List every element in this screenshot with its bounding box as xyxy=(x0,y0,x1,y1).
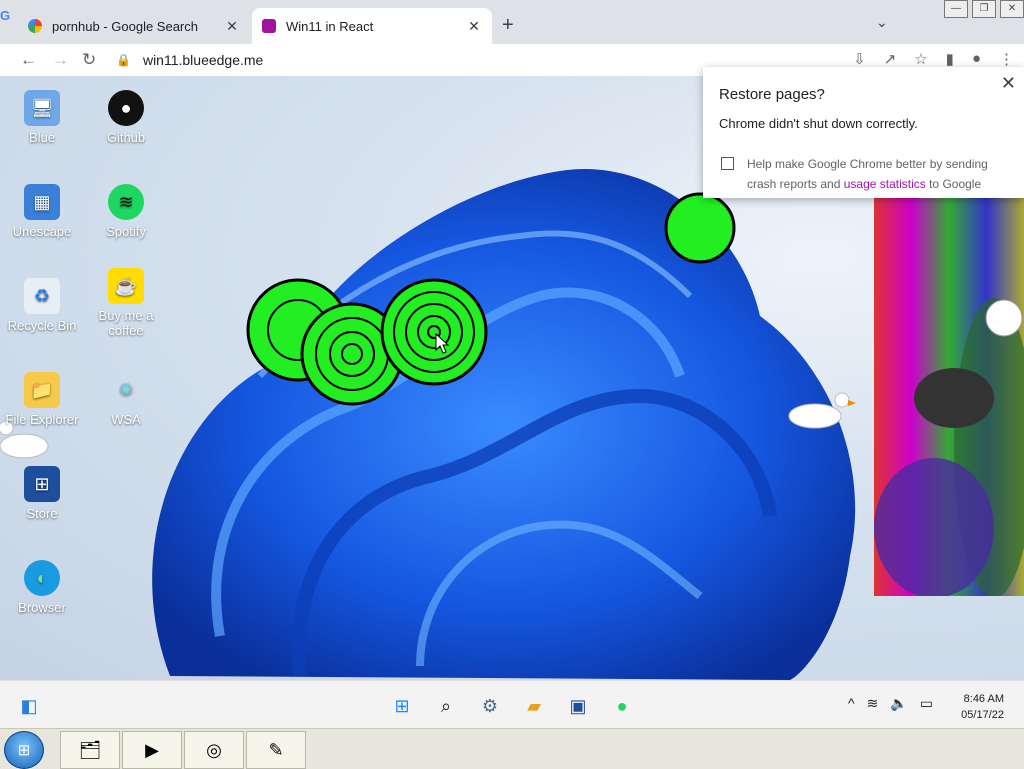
store-icon: ⊞ xyxy=(24,466,60,502)
coffee-icon: ☕ xyxy=(108,268,144,304)
icon-label: File Explorer xyxy=(5,412,79,427)
search-icon[interactable]: ⌕ xyxy=(433,693,459,719)
install-icon[interactable]: ⇩ xyxy=(853,50,866,68)
spotify-icon[interactable]: ● xyxy=(609,693,635,719)
widgets-icon[interactable]: ◧ xyxy=(16,693,42,719)
dialog-title: Restore pages? xyxy=(719,86,825,103)
help-text: to Google xyxy=(925,177,982,191)
tab-label: Win11 in React xyxy=(286,18,374,34)
menu-icon[interactable]: ⋮ xyxy=(999,50,1014,68)
icon-label: Unescape xyxy=(12,224,72,239)
star-icon[interactable]: ☆ xyxy=(914,50,927,68)
desktop-icon-spotify[interactable]: ≋ Spotify xyxy=(84,184,168,239)
browser-tab-strip: G pornhub - Google Search ✕ Win11 in Rea… xyxy=(0,0,1024,44)
goose-illustration xyxy=(874,298,1024,598)
toolbar-actions: ⇩ ↗ ☆ ▮ ● ⋮ xyxy=(853,50,1014,68)
google-icon xyxy=(28,19,42,33)
user-pc-icon: 🖥 xyxy=(24,90,60,126)
gear-icon[interactable]: ⚙ xyxy=(477,693,503,719)
restore-pages-dialog: Restore pages? ✕ Chrome didn't shut down… xyxy=(703,67,1024,198)
profile-icon[interactable]: ● xyxy=(972,50,981,68)
close-icon[interactable]: ✕ xyxy=(1001,73,1016,94)
windows-start-orb-icon[interactable]: ⊞ xyxy=(4,731,44,769)
url-text: win11.blueedge.me xyxy=(142,52,264,68)
chrome-taskbar-icon[interactable]: ◎ xyxy=(184,731,244,769)
crash-report-checkbox[interactable] xyxy=(721,157,734,170)
close-tab-icon[interactable]: ✕ xyxy=(224,18,240,35)
icon-label: Recycle Bin xyxy=(7,318,77,333)
maximize-icon[interactable]: ❐ xyxy=(972,0,996,18)
start-icon[interactable]: ⊞ xyxy=(389,693,415,719)
tab-google-search[interactable]: pornhub - Google Search ✕ xyxy=(18,8,250,44)
unescape-icon: ▦ xyxy=(24,184,60,220)
tab-win11-react[interactable]: Win11 in React ✕ xyxy=(252,8,492,44)
chevron-up-icon[interactable]: ^ xyxy=(848,695,855,712)
reload-icon[interactable]: ↻ xyxy=(82,50,96,70)
folder-icon: 📁 xyxy=(24,372,60,408)
window-controls: — ❐ ✕ xyxy=(906,0,1024,20)
goose-image-window xyxy=(874,198,1024,598)
back-icon[interactable]: ← xyxy=(20,50,37,70)
goose-app-taskbar-icon[interactable]: ✎ xyxy=(246,731,306,769)
recycle-bin-icon: ♻ xyxy=(24,278,60,314)
system-clock[interactable]: 8:46 AM 05/17/22 xyxy=(961,691,1004,723)
desktop-icon-browser[interactable]: ◐ Browser xyxy=(0,560,84,615)
new-tab-icon[interactable]: + xyxy=(502,14,514,37)
clock-date: 05/17/22 xyxy=(961,709,1004,721)
win11-react-icon xyxy=(262,19,276,33)
usage-statistics-link[interactable]: usage statistics xyxy=(844,177,926,191)
volume-icon[interactable]: 🔈 xyxy=(890,695,907,712)
icon-label: Buy me a coffee xyxy=(98,308,154,338)
icon-label: Store xyxy=(26,506,58,521)
dialog-message: Chrome didn't shut down correctly. xyxy=(719,116,918,131)
chevron-down-icon[interactable]: ⌄ xyxy=(876,14,888,31)
icon-label: WSA xyxy=(111,412,141,427)
clock-time: 8:46 AM xyxy=(963,693,1004,705)
desktop-icon-store[interactable]: ⊞ Store xyxy=(0,466,84,521)
icon-label: Github xyxy=(106,130,146,145)
close-icon[interactable]: ✕ xyxy=(1000,0,1024,18)
store-icon[interactable]: ▣ xyxy=(565,693,591,719)
desktop-icon-wsa[interactable]: ✺ WSA xyxy=(84,372,168,428)
wifi-icon[interactable]: ≋ xyxy=(867,695,879,712)
desktop-icon-github[interactable]: ● Github xyxy=(84,90,168,145)
host-taskbar: ⊞ 🗂 ▶ ◎ ✎ xyxy=(0,728,1024,769)
desktop-icon-blue[interactable]: 🖥 Blue xyxy=(0,90,84,145)
wsa-icon: ✺ xyxy=(118,379,134,400)
crash-report-text: Help make Google Chrome better by sendin… xyxy=(747,154,1007,194)
media-player-taskbar-icon[interactable]: ▶ xyxy=(122,731,182,769)
desktop-icon-unescape[interactable]: ▦ Unescape xyxy=(0,184,84,239)
win11-taskbar: ◧ ⊞ ⌕ ⚙ ▰ ▣ ● ^ ≋ 🔈 ▭ 8:46 AM 05/17/22 xyxy=(0,680,1024,729)
desktop-icon-buy-me-a-coffee[interactable]: ☕ Buy me a coffee xyxy=(84,268,168,338)
tab-label: pornhub - Google Search xyxy=(52,18,198,34)
github-icon: ● xyxy=(108,90,144,126)
desktop-icon-file-explorer[interactable]: 📁 File Explorer xyxy=(0,372,84,427)
system-tray: ^ ≋ 🔈 ▭ xyxy=(848,695,933,712)
edge-icon: ◐ xyxy=(24,560,60,596)
close-tab-icon[interactable]: ✕ xyxy=(466,18,482,35)
icon-label: Blue xyxy=(28,130,56,145)
sidepanel-icon[interactable]: ▮ xyxy=(946,50,954,68)
share-icon[interactable]: ↗ xyxy=(884,50,897,68)
icon-label: Spotify xyxy=(106,224,146,239)
google-icon: G xyxy=(0,8,11,23)
explorer-taskbar-icon[interactable]: 🗂 xyxy=(60,731,120,769)
desktop-icon-recycle-bin[interactable]: ♻ Recycle Bin xyxy=(0,278,84,333)
folder-icon[interactable]: ▰ xyxy=(521,693,547,719)
spotify-icon: ≋ xyxy=(108,184,144,220)
battery-icon[interactable]: ▭ xyxy=(920,695,933,712)
icon-label: Browser xyxy=(18,600,66,615)
minimize-icon[interactable]: — xyxy=(944,0,968,18)
forward-icon[interactable]: → xyxy=(52,50,69,70)
lock-icon: 🔒 xyxy=(116,53,131,67)
